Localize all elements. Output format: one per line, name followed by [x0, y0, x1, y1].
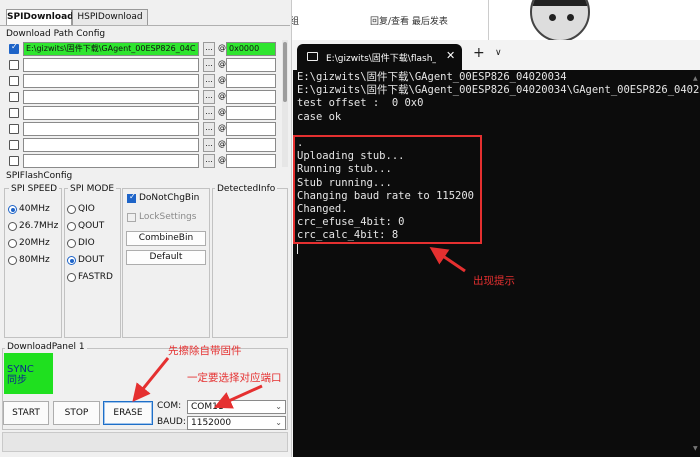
- annotation-arrows: [132, 246, 466, 409]
- erase-arrow: [132, 357, 170, 402]
- output-arrow: [429, 246, 466, 273]
- port-arrow: [213, 384, 263, 409]
